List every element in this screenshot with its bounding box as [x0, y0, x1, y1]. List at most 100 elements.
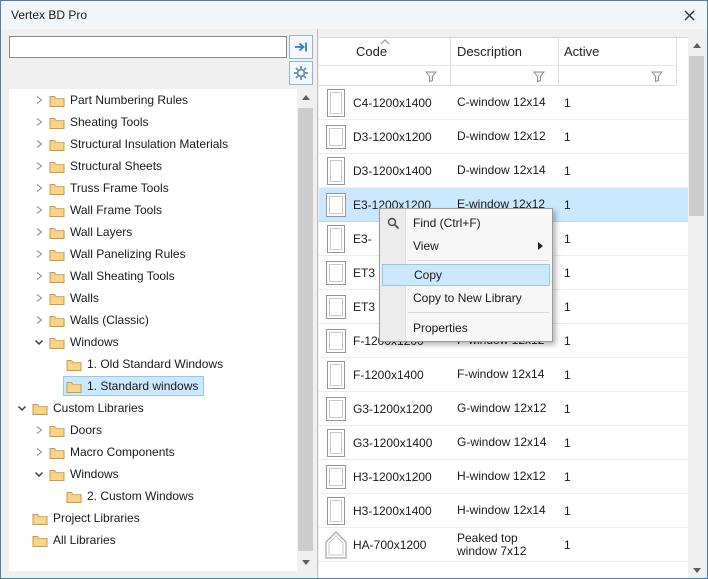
tree-node[interactable]: Windows: [46, 332, 125, 352]
tree-item[interactable]: 1. Old Standard Windows: [9, 353, 297, 375]
window-thumbnail-icon: [323, 121, 349, 153]
tree-scroll-up-button[interactable]: [297, 89, 314, 106]
tree-node[interactable]: Truss Frame Tools: [46, 178, 175, 198]
filter-funnel-icon[interactable]: [650, 69, 664, 83]
chevron-right-icon[interactable]: [32, 271, 46, 281]
tree-node[interactable]: Project Libraries: [29, 508, 146, 528]
tree-item[interactable]: All Libraries: [9, 529, 297, 551]
tree-item[interactable]: Wall Layers: [9, 221, 297, 243]
title-bar[interactable]: Vertex BD Pro: [1, 1, 707, 29]
tree-node[interactable]: 1. Standard windows: [63, 376, 204, 396]
tree-node[interactable]: Custom Libraries: [29, 398, 150, 418]
tree-item[interactable]: Windows: [9, 331, 297, 353]
tree-item[interactable]: Truss Frame Tools: [9, 177, 297, 199]
tree-node[interactable]: 2. Custom Windows: [63, 486, 200, 506]
chevron-right-icon[interactable]: [32, 95, 46, 105]
filter-funnel-icon[interactable]: [424, 69, 438, 83]
menu-item-label: Properties: [413, 321, 468, 335]
table-scroll-up-button[interactable]: [688, 37, 705, 54]
table-row[interactable]: D3-1200x1200D-window 12x121: [319, 120, 688, 154]
tree-item[interactable]: 2. Custom Windows: [9, 485, 297, 507]
tree-item[interactable]: Walls: [9, 287, 297, 309]
chevron-right-icon[interactable]: [32, 249, 46, 259]
table-scrollbar-thumb[interactable]: [689, 56, 704, 216]
tree-item[interactable]: Project Libraries: [9, 507, 297, 529]
chevron-down-icon[interactable]: [32, 337, 46, 347]
tree-node[interactable]: Wall Layers: [46, 222, 138, 242]
code-value: D3-1200x1200: [353, 130, 432, 144]
chevron-right-icon[interactable]: [32, 161, 46, 171]
settings-button[interactable]: [289, 61, 313, 85]
column-header-active[interactable]: Active: [559, 38, 677, 66]
tree-item[interactable]: Structural Insulation Materials: [9, 133, 297, 155]
tree-node[interactable]: Windows: [46, 464, 125, 484]
chevron-right-icon[interactable]: [32, 227, 46, 237]
tree-node[interactable]: 1. Old Standard Windows: [63, 354, 229, 374]
tree-node[interactable]: Walls (Classic): [46, 310, 155, 330]
tree-item[interactable]: Wall Panelizing Rules: [9, 243, 297, 265]
tree-node[interactable]: Walls: [46, 288, 105, 308]
tree-item[interactable]: Walls (Classic): [9, 309, 297, 331]
tree-node[interactable]: Wall Sheating Tools: [46, 266, 181, 286]
filter-funnel-icon[interactable]: [532, 69, 546, 83]
filter-cell-code: [319, 66, 451, 86]
tree-item[interactable]: Macro Components: [9, 441, 297, 463]
chevron-right-icon[interactable]: [32, 293, 46, 303]
chevron-right-icon[interactable]: [32, 183, 46, 193]
tree-node[interactable]: Part Numbering Rules: [46, 90, 194, 110]
close-button[interactable]: [679, 5, 699, 25]
tree-item[interactable]: Structural Sheets: [9, 155, 297, 177]
chevron-down-icon[interactable]: [32, 469, 46, 479]
code-value: G3-1200x1400: [353, 436, 432, 450]
tree-scrollbar[interactable]: [297, 89, 314, 571]
column-header-description[interactable]: Description: [451, 38, 559, 66]
tree-item[interactable]: Wall Frame Tools: [9, 199, 297, 221]
code-value: D3-1200x1400: [353, 164, 432, 178]
tree-node[interactable]: Macro Components: [46, 442, 181, 462]
tree-item[interactable]: Doors: [9, 419, 297, 441]
menu-item-view[interactable]: View: [380, 234, 552, 257]
column-header-code[interactable]: Code: [319, 38, 451, 66]
search-input[interactable]: [9, 36, 287, 58]
tree-node[interactable]: Wall Panelizing Rules: [46, 244, 192, 264]
tree-scroll-down-button[interactable]: [297, 554, 314, 571]
tree-item[interactable]: Wall Sheating Tools: [9, 265, 297, 287]
chevron-right-icon[interactable]: [32, 117, 46, 127]
table-row[interactable]: H3-1200x1400H-window 12x141: [319, 494, 688, 528]
tree-node[interactable]: Sheating Tools: [46, 112, 155, 132]
menu-item-copy[interactable]: Copy: [382, 264, 550, 286]
chevron-right-icon[interactable]: [32, 139, 46, 149]
tree-node[interactable]: Structural Sheets: [46, 156, 168, 176]
tree-node[interactable]: Wall Frame Tools: [46, 200, 168, 220]
chevron-right-icon[interactable]: [32, 447, 46, 457]
chevron-right-icon[interactable]: [32, 205, 46, 215]
table-row[interactable]: C4-1200x1400C-window 12x141: [319, 86, 688, 120]
menu-item-properties[interactable]: Properties: [380, 316, 552, 339]
tree-item[interactable]: Sheating Tools: [9, 111, 297, 133]
menu-item-copy-to-new-library[interactable]: Copy to New Library: [380, 286, 552, 309]
tree-item[interactable]: Windows: [9, 463, 297, 485]
active-value: 1: [559, 494, 677, 527]
table-row[interactable]: G3-1200x1200G-window 12x121: [319, 392, 688, 426]
tree-item[interactable]: Custom Libraries: [9, 397, 297, 419]
tree-scrollbar-thumb[interactable]: [298, 108, 313, 551]
tree-node[interactable]: Structural Insulation Materials: [46, 134, 234, 154]
tree-node[interactable]: All Libraries: [29, 530, 122, 550]
table-row[interactable]: H3-1200x1200H-window 12x121: [319, 460, 688, 494]
table-scroll-down-button[interactable]: [688, 562, 705, 579]
table-row[interactable]: F-1200x1400F-window 12x141: [319, 358, 688, 392]
menu-item-find-ctrl-f[interactable]: Find (Ctrl+F): [380, 211, 552, 234]
chevron-right-icon[interactable]: [32, 315, 46, 325]
table-row[interactable]: HA-700x1200Peaked top window 7x121: [319, 528, 688, 562]
window-thumbnail-icon: [323, 189, 349, 221]
table-row[interactable]: D3-1200x1400D-window 12x141: [319, 154, 688, 188]
code-cell: G3-1200x1400: [319, 426, 451, 459]
tree-item[interactable]: 1. Standard windows: [9, 375, 297, 397]
tree-item[interactable]: Part Numbering Rules: [9, 89, 297, 111]
tree-node[interactable]: Doors: [46, 420, 108, 440]
chevron-down-icon[interactable]: [15, 403, 29, 413]
table-scrollbar[interactable]: [688, 37, 705, 579]
chevron-right-icon[interactable]: [32, 425, 46, 435]
table-row[interactable]: G3-1200x1400G-window 12x141: [319, 426, 688, 460]
search-go-button[interactable]: [289, 35, 313, 59]
